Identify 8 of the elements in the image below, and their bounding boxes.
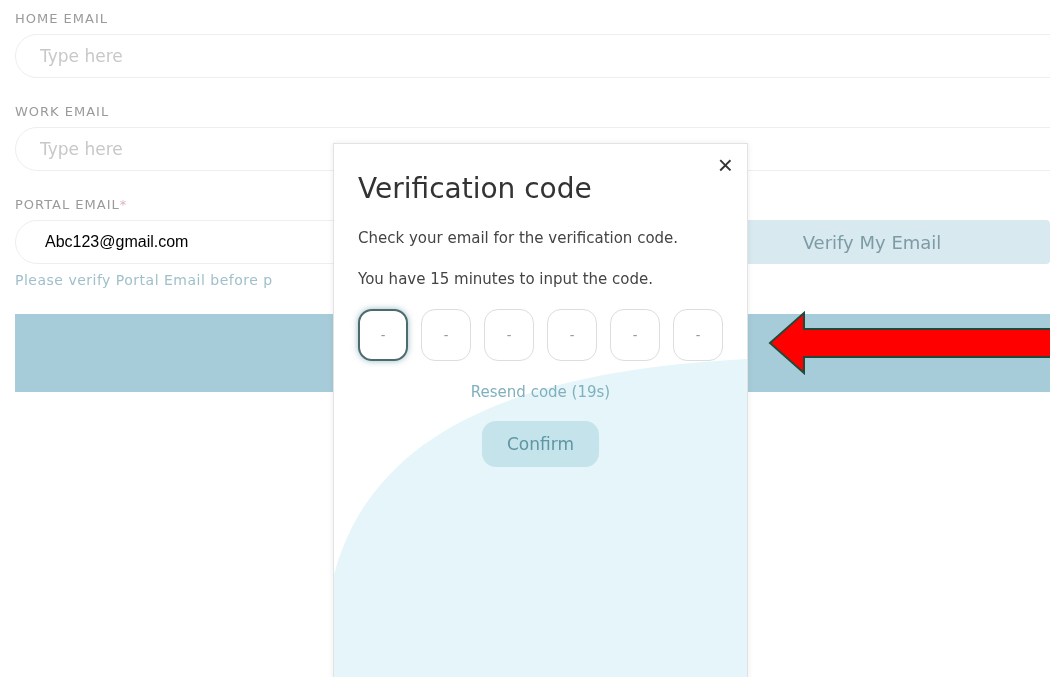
instruction-text: You have 15 minutes to input the code. [358,270,654,288]
field-label: PORTAL EMAIL [15,197,120,212]
dialog-title: Verification code [358,172,592,205]
field-label: WORK EMAIL [15,104,111,119]
field-label: HOME EMAIL [15,11,109,26]
required-mark: * [119,197,128,212]
instruction-text: Check your email for the verification code. [358,229,679,247]
hint-text: Please verify Portal Email before p [15,272,273,288]
